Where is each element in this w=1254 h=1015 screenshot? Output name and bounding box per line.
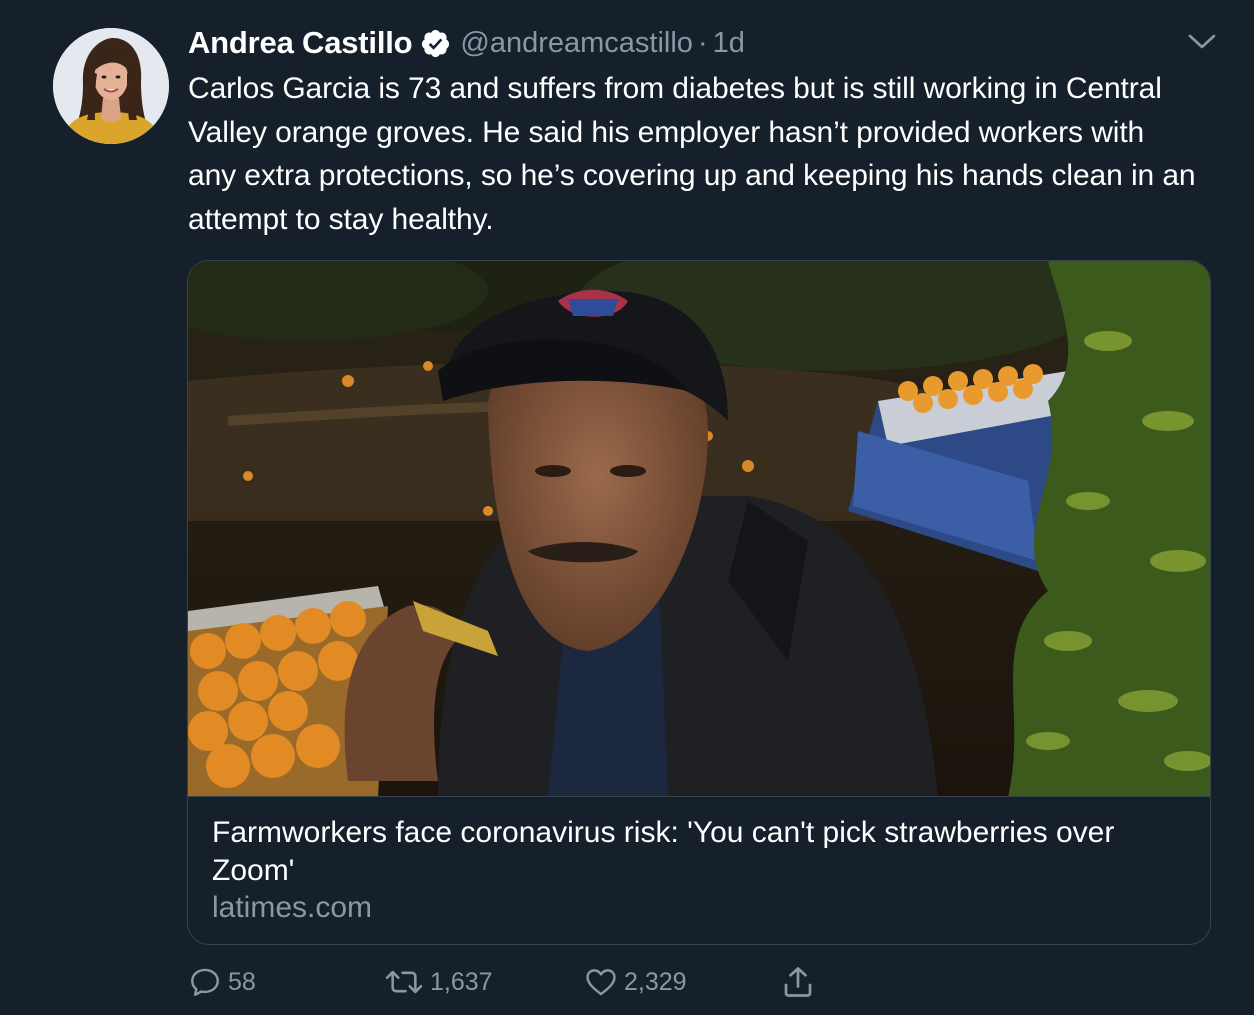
- separator-dot: ·: [697, 26, 708, 59]
- avatar-photo: [53, 28, 169, 144]
- retweet-icon: [385, 970, 423, 994]
- tweet-text: Carlos Garcia is 73 and suffers from dia…: [188, 72, 1196, 236]
- reply-button[interactable]: 58: [188, 958, 256, 1006]
- retweet-button[interactable]: 1,637: [384, 958, 493, 1006]
- verified-badge-icon: [420, 28, 451, 59]
- link-card[interactable]: Farmworkers face coronavirus risk: 'You …: [187, 260, 1211, 945]
- tweet-timestamp[interactable]: 1d: [713, 27, 745, 60]
- avatar[interactable]: [53, 28, 169, 144]
- card-title: Farmworkers face coronavirus risk: 'You …: [212, 816, 1115, 887]
- share-icon: [784, 967, 812, 997]
- retweet-count: 1,637: [430, 967, 493, 996]
- like-count: 2,329: [624, 967, 687, 996]
- tweet-header: Andrea Castillo @andreamcastillo · 1d: [188, 22, 745, 64]
- reply-count: 58: [228, 967, 256, 996]
- share-button[interactable]: [780, 958, 816, 1006]
- author-name[interactable]: Andrea Castillo: [188, 25, 413, 61]
- card-domain: latimes.com: [212, 891, 373, 924]
- card-image[interactable]: [188, 261, 1210, 797]
- like-button[interactable]: 2,329: [584, 958, 687, 1006]
- author-handle[interactable]: @andreamcastillo: [460, 27, 693, 60]
- tweet[interactable]: Andrea Castillo @andreamcastillo · 1d Ca…: [0, 0, 1254, 1015]
- farmworker-photo: [188, 261, 1210, 796]
- action-bar: 58 1,637 2,329: [0, 958, 1254, 1008]
- reply-icon: [191, 968, 219, 996]
- heart-icon: [586, 969, 616, 996]
- chevron-down-icon[interactable]: [1186, 30, 1218, 54]
